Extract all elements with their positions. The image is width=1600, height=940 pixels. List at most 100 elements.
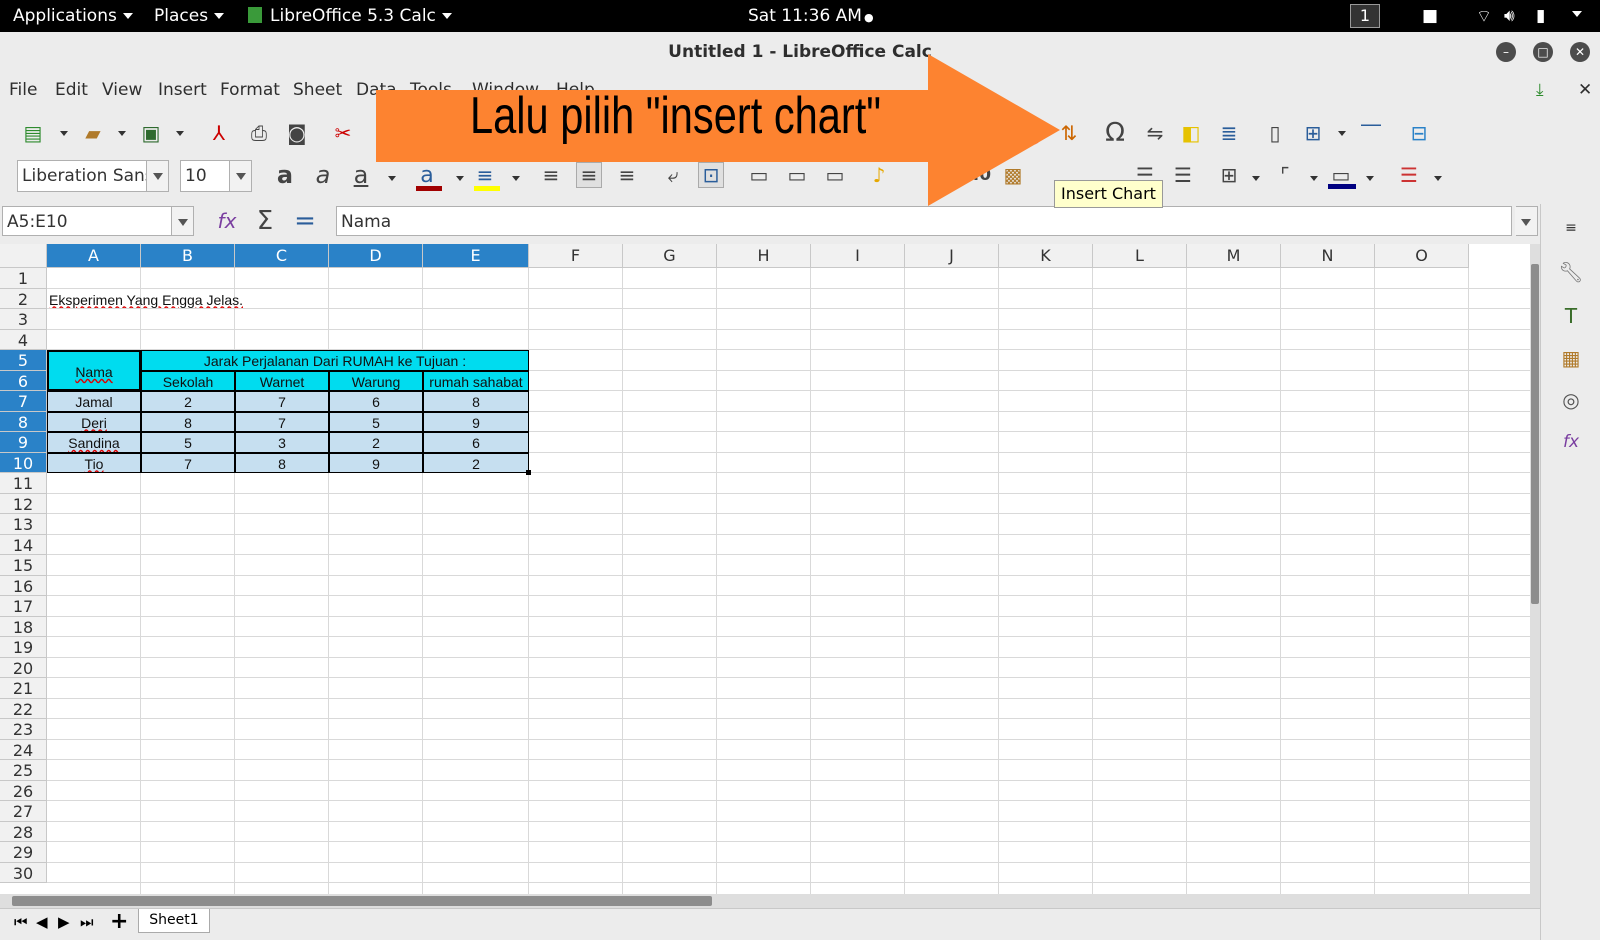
table-row-name[interactable]: Jamal: [47, 391, 141, 412]
formula-icon[interactable]: =: [292, 206, 318, 236]
maximize-button[interactable]: □: [1533, 42, 1553, 62]
row-header-24[interactable]: 24: [0, 739, 47, 760]
freeze-dropdown-icon[interactable]: [1338, 131, 1346, 136]
column-header-k[interactable]: K: [999, 244, 1093, 268]
column-header-f[interactable]: F: [529, 244, 623, 268]
row-header-26[interactable]: 26: [0, 780, 47, 801]
navigator-icon[interactable]: ◎: [1557, 386, 1585, 414]
previous-sheet-icon[interactable]: ◀: [36, 913, 48, 931]
italic-icon[interactable]: a: [310, 161, 336, 189]
font-size-box[interactable]: 10: [180, 160, 252, 192]
last-sheet-icon[interactable]: ⏭: [80, 913, 94, 931]
sub-header-rumah-sahabat[interactable]: rumah sahabat: [423, 370, 529, 391]
save-icon[interactable]: ▣: [138, 120, 164, 146]
spreadsheet-grid[interactable]: A B C D E F G H I J K L M N O 1 2 3 4 5 6 7 8 9 10 11 12 13 14 15 16 17…: [0, 244, 1530, 894]
border-style-dropdown-icon[interactable]: [1310, 176, 1318, 181]
places-menu[interactable]: Places: [154, 6, 225, 26]
sheet-tab[interactable]: Sheet1: [138, 909, 210, 933]
row-header-6[interactable]: 6: [0, 370, 47, 391]
font-size-dropdown-icon[interactable]: [229, 161, 251, 191]
row-header-14[interactable]: 14: [0, 534, 47, 555]
menu-file[interactable]: File: [9, 80, 37, 100]
table-cell[interactable]: 8: [141, 411, 235, 432]
open-folder-icon[interactable]: ▰: [80, 120, 106, 146]
row-header-11[interactable]: 11: [0, 473, 47, 494]
close-document-icon[interactable]: ✕: [1578, 80, 1592, 100]
table-cell[interactable]: 9: [423, 411, 529, 432]
column-header-o[interactable]: O: [1375, 244, 1469, 268]
table-cell[interactable]: 2: [423, 452, 529, 473]
table-cell[interactable]: 7: [235, 391, 329, 412]
export-pdf-icon[interactable]: ⅄: [206, 120, 232, 146]
select-all-corner[interactable]: [0, 244, 47, 268]
menu-format[interactable]: Format: [220, 80, 280, 100]
column-header-g[interactable]: G: [623, 244, 717, 268]
title-cell[interactable]: Eksperimen Yang Engga Jelas.: [49, 292, 243, 308]
decrease-indent-icon[interactable]: ☰: [1170, 162, 1196, 188]
row-header-7[interactable]: 7: [0, 391, 47, 412]
sidebar-menu-icon[interactable]: ≡: [1557, 214, 1585, 242]
row-header-21[interactable]: 21: [0, 678, 47, 699]
expand-formula-bar-button[interactable]: [1515, 206, 1538, 236]
row-header-27[interactable]: 27: [0, 801, 47, 822]
cut-icon[interactable]: ✂: [330, 120, 356, 146]
app-menu[interactable]: LibreOffice 5.3 Calc: [248, 6, 452, 26]
table-cell[interactable]: 3: [235, 432, 329, 453]
close-button[interactable]: ✕: [1570, 42, 1590, 62]
table-cell[interactable]: 2: [329, 432, 423, 453]
functions-icon[interactable]: fx: [1557, 428, 1585, 456]
save-dropdown-icon[interactable]: [176, 131, 184, 136]
row-header-10[interactable]: 10: [0, 452, 47, 473]
function-wizard-icon[interactable]: fx: [214, 208, 240, 234]
formula-input[interactable]: Nama: [336, 206, 1512, 236]
column-header-j[interactable]: J: [905, 244, 999, 268]
sub-header-warnet[interactable]: Warnet: [235, 370, 329, 391]
freeze-rows-icon[interactable]: ⊞: [1300, 120, 1326, 146]
headers-footers-icon[interactable]: ≣: [1216, 120, 1242, 146]
new-dropdown-icon[interactable]: [60, 131, 68, 136]
menu-edit[interactable]: Edit: [55, 80, 88, 100]
table-row-name[interactable]: Tio: [47, 452, 141, 473]
row-header-2[interactable]: 2: [0, 288, 47, 309]
table-cell[interactable]: 6: [423, 432, 529, 453]
row-header-13[interactable]: 13: [0, 514, 47, 535]
font-name-box[interactable]: Liberation Sans: [17, 160, 169, 192]
minimize-button[interactable]: –: [1496, 42, 1516, 62]
gallery-icon[interactable]: ▦: [1557, 344, 1585, 372]
system-menu-icon[interactable]: [1566, 4, 1582, 24]
table-cell[interactable]: 9: [329, 452, 423, 473]
menu-view[interactable]: View: [102, 80, 142, 100]
bold-icon[interactable]: a: [272, 161, 298, 189]
name-box[interactable]: A5:E10: [2, 206, 194, 236]
row-header-15[interactable]: 15: [0, 555, 47, 576]
conditional-dropdown-icon[interactable]: [1434, 176, 1442, 181]
row-header-23[interactable]: 23: [0, 719, 47, 740]
first-sheet-icon[interactable]: ⏮: [14, 913, 28, 931]
name-box-dropdown-icon[interactable]: [171, 207, 193, 235]
row-header-3[interactable]: 3: [0, 309, 47, 330]
special-character-icon[interactable]: Ω: [1102, 118, 1128, 148]
row-header-12[interactable]: 12: [0, 493, 47, 514]
column-header-m[interactable]: M: [1187, 244, 1281, 268]
row-header-17[interactable]: 17: [0, 596, 47, 617]
table-cell[interactable]: 7: [235, 411, 329, 432]
column-header-n[interactable]: N: [1281, 244, 1375, 268]
header-group[interactable]: Jarak Perjalanan Dari RUMAH ke Tujuan :: [141, 350, 529, 371]
table-cell[interactable]: 2: [141, 391, 235, 412]
table-cell[interactable]: 8: [423, 391, 529, 412]
row-header-29[interactable]: 29: [0, 842, 47, 863]
clock[interactable]: Sat 11:36 AM ●: [748, 6, 874, 26]
show-draw-functions-icon[interactable]: ⊟: [1406, 120, 1432, 146]
row-header-18[interactable]: 18: [0, 616, 47, 637]
row-header-8[interactable]: 8: [0, 411, 47, 432]
table-row-name[interactable]: Sandina: [47, 432, 141, 453]
row-header-22[interactable]: 22: [0, 698, 47, 719]
row-header-4[interactable]: 4: [0, 329, 47, 350]
vertical-scroll-thumb[interactable]: [1531, 264, 1539, 604]
column-header-c[interactable]: C: [235, 244, 329, 268]
next-sheet-icon[interactable]: ▶: [58, 913, 70, 931]
update-icon[interactable]: ⤓: [1536, 80, 1544, 100]
applications-menu[interactable]: Applications: [13, 6, 133, 26]
table-cell[interactable]: 7: [141, 452, 235, 473]
row-header-25[interactable]: 25: [0, 760, 47, 781]
